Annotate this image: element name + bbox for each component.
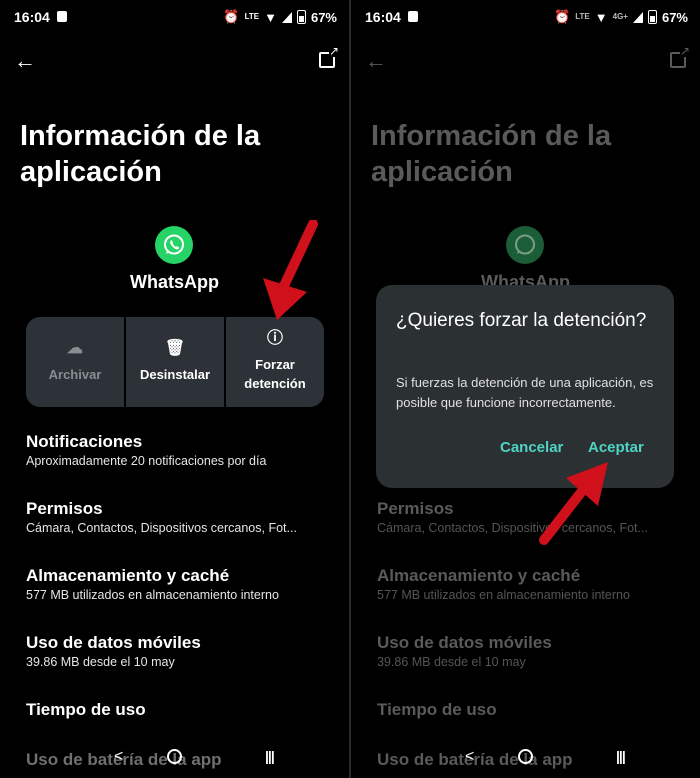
item-subtitle: Aproximadamente 20 notificaciones por dí… <box>26 454 267 468</box>
wifi-icon: ▼ <box>264 9 277 25</box>
status-bar: 16:04 ⏰ LTE ▼ 67% <box>0 0 349 34</box>
permissions-item[interactable]: Permisos Cámara, Contactos, Dispositivos… <box>26 499 336 535</box>
battery-icon <box>647 10 657 24</box>
signal-icon <box>632 11 643 23</box>
open-external-icon <box>670 45 690 68</box>
accept-button[interactable]: Aceptar <box>588 439 644 456</box>
whatsapp-logo-icon <box>155 226 193 264</box>
app-info-screen: 16:04 ⏰ LTE ▼ 67% ← Información de la ap… <box>0 0 349 778</box>
nav-back-icon[interactable]: < <box>465 748 474 766</box>
dialog-title: ¿Quieres forzar la detención? <box>396 310 647 331</box>
battery-icon <box>296 10 306 24</box>
cancel-button[interactable]: Cancelar <box>500 439 563 456</box>
item-subtitle: 39.86 MB desde el 10 may <box>26 655 175 669</box>
status-time: 16:04 <box>365 9 401 25</box>
page-title: Información de la aplicación <box>20 120 261 188</box>
force-stop-dialog-screen: 16:04 ⏰ LTE ▼ 4G+ 67% ← Información de l… <box>351 0 700 778</box>
item-title: Permisos <box>26 499 103 518</box>
trash-icon: 🗑 <box>164 339 186 357</box>
sim-icon <box>57 11 67 22</box>
navigation-bar: < ||| <box>0 738 349 778</box>
nav-back-icon[interactable]: < <box>114 748 123 766</box>
archive-button[interactable]: ☁ Archivar <box>26 317 126 407</box>
item-title: Almacenamiento y caché <box>377 566 581 585</box>
battery-percent: 67% <box>310 9 337 25</box>
page-title: Información de la aplicación <box>371 120 612 188</box>
storage-item[interactable]: Almacenamiento y caché 577 MB utilizados… <box>26 566 336 602</box>
alarm-icon: ⏰ <box>554 9 571 24</box>
item-title: Uso de datos móviles <box>26 633 201 652</box>
item-subtitle: 577 MB utilizados en almacenamiento inte… <box>26 588 279 602</box>
nav-recents-icon[interactable]: ||| <box>616 748 626 764</box>
notifications-item[interactable]: Notificaciones Aproximadamente 20 notifi… <box>26 432 336 468</box>
item-title: Tiempo de uso <box>377 700 497 719</box>
top-app-bar: ← <box>351 45 700 76</box>
item-title: Notificaciones <box>26 432 143 451</box>
archive-label: Archivar <box>48 366 102 382</box>
force-stop-button[interactable]: ⓘ Forzar detención <box>226 317 324 407</box>
item-title: Tiempo de uso <box>26 700 146 719</box>
battery-percent: 67% <box>661 9 688 25</box>
app-actions-bar: ☁ Archivar 🗑 Desinstalar ⓘ Forzar detenc… <box>26 317 324 407</box>
nav-recents-icon[interactable]: ||| <box>265 748 275 764</box>
nav-home-icon[interactable] <box>167 749 182 764</box>
uninstall-label: Desinstalar <box>139 366 211 382</box>
dialog-message: Si fuerzas la detención de una aplicació… <box>396 375 654 410</box>
nav-home-icon[interactable] <box>518 749 533 764</box>
sim-icon <box>408 11 418 22</box>
force-stop-label: Forzar detención <box>244 357 306 391</box>
item-title: Uso de datos móviles <box>377 633 552 652</box>
cloud-upload-icon: ☁ <box>67 339 83 357</box>
item-title: Almacenamiento y caché <box>26 566 230 585</box>
item-subtitle: 577 MB utilizados en almacenamiento inte… <box>377 588 630 602</box>
navigation-bar: < ||| <box>351 738 700 778</box>
top-app-bar: ← <box>0 45 349 76</box>
screen-time-item[interactable]: Tiempo de uso <box>26 700 336 720</box>
uninstall-button[interactable]: 🗑 Desinstalar <box>126 317 226 407</box>
annotation-arrow <box>263 220 318 320</box>
signal-icon <box>281 11 292 23</box>
status-bar: 16:04 ⏰ LTE ▼ 4G+ 67% <box>351 0 700 34</box>
volte-label: LTE <box>575 12 590 21</box>
permissions-item: Permisos Cámara, Contactos, Dispositivos… <box>377 499 687 535</box>
wifi-icon: ▼ <box>594 9 608 25</box>
network-label: 4G+ <box>612 12 628 21</box>
item-title: Permisos <box>377 499 454 518</box>
mobile-data-item: Uso de datos móviles 39.86 MB desde el 1… <box>377 633 687 669</box>
item-subtitle: Cámara, Contactos, Dispositivos cercanos… <box>26 521 297 535</box>
storage-item: Almacenamiento y caché 577 MB utilizados… <box>377 566 687 602</box>
status-time: 16:04 <box>14 9 50 25</box>
mobile-data-item[interactable]: Uso de datos móviles 39.86 MB desde el 1… <box>26 633 336 669</box>
open-external-icon[interactable] <box>319 45 339 68</box>
item-subtitle: Cámara, Contactos, Dispositivos cercanos… <box>377 521 648 535</box>
whatsapp-logo-icon <box>506 226 544 264</box>
annotation-arrow <box>539 462 608 545</box>
alarm-icon: ⏰ <box>223 9 240 24</box>
back-arrow-icon[interactable]: ← <box>14 48 36 74</box>
item-subtitle: 39.86 MB desde el 10 may <box>377 655 526 669</box>
volte-label: LTE <box>244 12 260 21</box>
force-stop-dialog: ¿Quieres forzar la detención? Si fuerzas… <box>376 285 674 488</box>
alert-circle-icon: ⓘ <box>266 330 283 347</box>
back-arrow-icon: ← <box>365 48 387 73</box>
screen-time-item: Tiempo de uso <box>377 700 687 720</box>
